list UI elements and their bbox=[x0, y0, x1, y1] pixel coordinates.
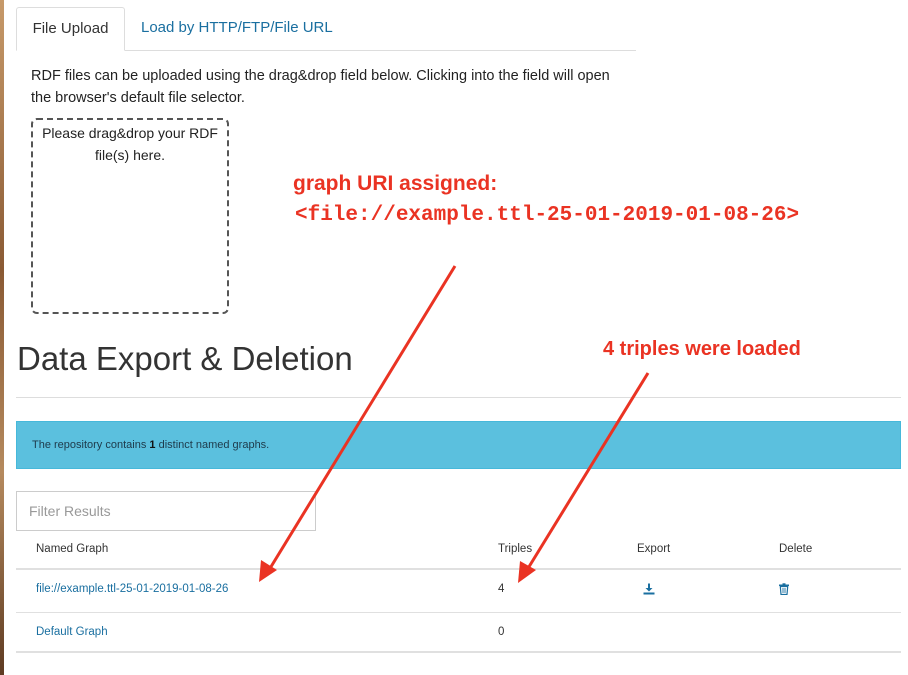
column-header-named-graph[interactable]: Named Graph bbox=[36, 543, 108, 555]
default-graph-link[interactable]: Default Graph bbox=[36, 626, 108, 638]
upload-description: RDF files can be uploaded using the drag… bbox=[31, 68, 610, 106]
filter-results-input[interactable] bbox=[16, 491, 316, 531]
table-header-divider bbox=[16, 568, 901, 570]
triples-arrow-head bbox=[518, 561, 536, 583]
graph-uri-annotation-title: graph URI assigned: bbox=[293, 172, 498, 195]
triples-count: 4 bbox=[498, 583, 505, 595]
dropzone-text: Please drag&drop your RDF file(s) here. bbox=[42, 125, 218, 163]
uri-arrow-head bbox=[259, 560, 277, 582]
column-header-delete: Delete bbox=[779, 543, 813, 555]
triples-loaded-annotation: 4 triples were loaded bbox=[603, 338, 801, 360]
graph-uri-annotation-value: <file://example.ttl-25-01-2019-01-08-26> bbox=[295, 204, 800, 227]
column-header-triples[interactable]: Triples bbox=[498, 543, 532, 555]
file-dropzone[interactable]: Please drag&drop your RDF file(s) here. bbox=[31, 118, 229, 314]
info-suffix: distinct named graphs. bbox=[155, 439, 270, 451]
triples-count: 0 bbox=[498, 626, 505, 638]
named-graph-link[interactable]: file://example.ttl-25-01-2019-01-08-26 bbox=[36, 583, 228, 595]
upload-tabs: File Upload Load by HTTP/FTP/File URL bbox=[16, 7, 636, 51]
row-divider bbox=[16, 612, 901, 613]
info-banner: The repository contains 1 distinct named… bbox=[16, 421, 901, 469]
info-prefix: The repository contains bbox=[32, 439, 150, 451]
column-header-export: Export bbox=[637, 543, 671, 555]
trash-icon[interactable] bbox=[778, 583, 790, 595]
triples-arrow-line bbox=[525, 372, 650, 571]
section-title: Data Export & Deletion bbox=[17, 340, 353, 377]
background-strip bbox=[0, 0, 4, 675]
tab-load-by-url[interactable]: Load by HTTP/FTP/File URL bbox=[141, 7, 333, 49]
table-bottom-border bbox=[16, 651, 901, 653]
tab-file-upload[interactable]: File Upload bbox=[16, 7, 125, 51]
download-icon[interactable] bbox=[643, 583, 655, 595]
section-divider bbox=[16, 397, 901, 398]
